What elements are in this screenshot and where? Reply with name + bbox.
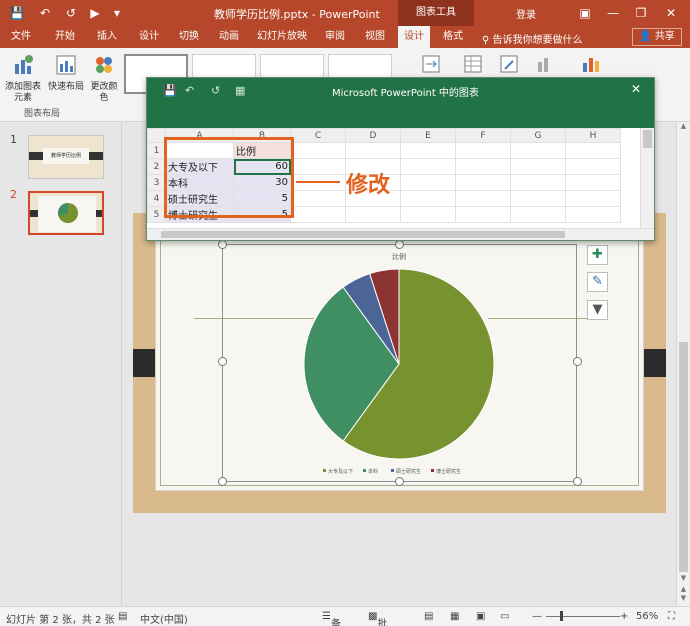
chart-styles-button[interactable]: ✎ — [587, 272, 608, 292]
sheet-vertical-scrollbar[interactable] — [640, 128, 654, 228]
plus-icon: ✚ — [592, 247, 603, 262]
cell[interactable] — [455, 206, 511, 223]
comments-label: 批注 — [377, 619, 388, 626]
cell[interactable] — [400, 158, 456, 175]
resize-handle[interactable] — [395, 477, 404, 486]
cell[interactable] — [565, 174, 621, 191]
cell[interactable] — [455, 190, 511, 207]
brush-icon: ✎ — [592, 274, 603, 289]
cell[interactable] — [565, 206, 621, 223]
cell[interactable] — [455, 158, 511, 175]
chart-data-window-titlebar: 💾 ↶ ↺ ▦ Microsoft PowerPoint 中的图表 ✕ — [147, 78, 654, 128]
column-header[interactable]: H — [565, 128, 621, 143]
save-icon[interactable]: 💾 — [163, 84, 177, 97]
cell[interactable] — [290, 158, 346, 175]
cell[interactable] — [290, 206, 346, 223]
zoom-level[interactable]: 56% — [636, 611, 658, 622]
cell[interactable] — [510, 174, 566, 191]
cell[interactable] — [400, 206, 456, 223]
row-header[interactable]: 3 — [147, 174, 166, 191]
chart-elements-button[interactable]: ✚ — [587, 245, 608, 265]
chart-selection-frame[interactable] — [222, 244, 577, 482]
zoom-slider-thumb[interactable] — [560, 611, 563, 621]
scrollbar-thumb[interactable] — [643, 130, 652, 148]
cell[interactable] — [565, 142, 621, 159]
scrollbar-thumb[interactable] — [161, 231, 565, 238]
edit-in-excel-icon[interactable]: ▦ — [235, 84, 245, 97]
undo-icon[interactable]: ↶ — [185, 84, 194, 97]
slide-sorter-icon[interactable]: ▦ — [450, 611, 459, 622]
annotation-highlight-box — [164, 137, 294, 218]
cell[interactable] — [345, 206, 401, 223]
row-header[interactable]: 4 — [147, 190, 166, 207]
normal-view-icon[interactable]: ▤ — [424, 611, 433, 622]
cell[interactable] — [400, 190, 456, 207]
select-all-corner[interactable] — [147, 128, 166, 143]
cell[interactable] — [565, 190, 621, 207]
annotation-connector-line — [296, 181, 340, 183]
slide-count-status: 幻灯片 第 2 张，共 2 张 — [6, 615, 115, 626]
row-header[interactable]: 5 — [147, 206, 166, 223]
row-header[interactable]: 2 — [147, 158, 166, 175]
column-header[interactable]: G — [510, 128, 566, 143]
cell[interactable] — [345, 142, 401, 159]
cell[interactable] — [400, 174, 456, 191]
column-header[interactable]: D — [345, 128, 401, 143]
cell[interactable] — [510, 142, 566, 159]
column-header[interactable]: C — [290, 128, 346, 143]
cell[interactable] — [290, 142, 346, 159]
cell[interactable] — [455, 174, 511, 191]
cell[interactable] — [565, 158, 621, 175]
column-header[interactable]: E — [400, 128, 456, 143]
spelling-icon[interactable]: ▤ — [118, 611, 127, 622]
filter-icon: ▼ — [592, 302, 603, 317]
notes-button[interactable]: ☰ 备注 — [322, 611, 341, 626]
resize-handle[interactable] — [573, 477, 582, 486]
chart-data-window-title: Microsoft PowerPoint 中的图表 — [332, 88, 479, 99]
notes-label: 备注 — [330, 619, 341, 626]
resize-handle[interactable] — [218, 240, 227, 249]
resize-handle[interactable] — [218, 357, 227, 366]
fit-to-window-icon[interactable]: ⛶ — [668, 611, 675, 622]
row-header[interactable]: 1 — [147, 142, 166, 159]
resize-handle[interactable] — [395, 240, 404, 249]
cell[interactable] — [455, 142, 511, 159]
cell[interactable] — [510, 158, 566, 175]
chart-filters-button[interactable]: ▼ — [587, 300, 608, 320]
status-bar: 幻灯片 第 2 张，共 2 张 ▤ 中文(中国) ☰ 备注 ▩ 批注 ▤ ▦ ▣… — [0, 606, 690, 626]
cell[interactable] — [510, 190, 566, 207]
slideshow-view-icon[interactable]: ▭ — [500, 611, 509, 622]
zoom-slider-track[interactable] — [546, 616, 620, 617]
reading-view-icon[interactable]: ▣ — [476, 611, 485, 622]
sheet-horizontal-scrollbar[interactable] — [147, 228, 654, 240]
cell[interactable] — [400, 142, 456, 159]
resize-handle[interactable] — [218, 477, 227, 486]
zoom-out-icon[interactable]: — — [532, 611, 542, 622]
close-icon[interactable]: ✕ — [631, 82, 641, 96]
redo-icon[interactable]: ↺ — [211, 84, 220, 97]
comments-button[interactable]: ▩ 批注 — [368, 611, 387, 626]
language-status[interactable]: 中文(中国) — [140, 611, 188, 626]
zoom-in-icon[interactable]: + — [620, 611, 628, 622]
cell[interactable] — [510, 206, 566, 223]
annotation-label: 修改 — [346, 172, 391, 198]
cell[interactable] — [290, 190, 346, 207]
column-header[interactable]: F — [455, 128, 511, 143]
resize-handle[interactable] — [573, 357, 582, 366]
